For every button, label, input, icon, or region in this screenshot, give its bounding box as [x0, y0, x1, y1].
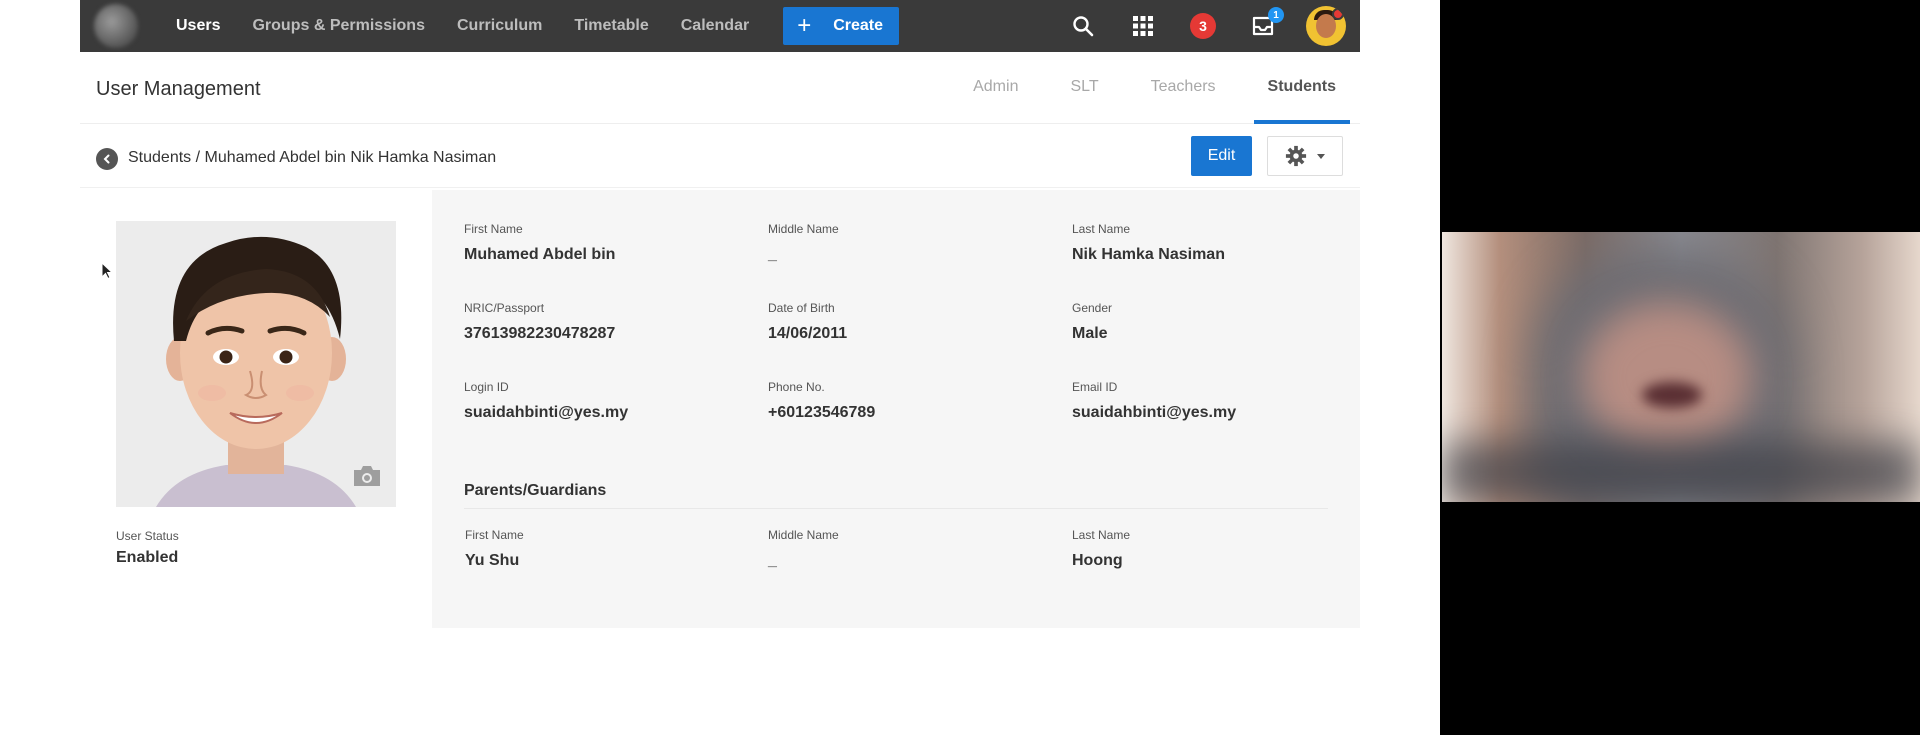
email-field: Email ID suaidahbinti@yes.my	[1072, 380, 1236, 422]
breadcrumb-bar: Students / Muhamed Abdel bin Nik Hamka N…	[80, 124, 1360, 188]
nav-item-groups-permissions[interactable]: Groups & Permissions	[252, 17, 425, 35]
student-details-panel: First Name Muhamed Abdel bin Middle Name…	[432, 190, 1360, 628]
gear-icon	[1285, 145, 1307, 167]
tab-students[interactable]: Students	[1253, 52, 1351, 124]
student-photo	[116, 221, 396, 507]
tab-teachers[interactable]: Teachers	[1143, 52, 1224, 124]
field-label: Last Name	[1072, 528, 1131, 542]
field-label: Last Name	[1072, 222, 1131, 236]
field-label: First Name	[465, 528, 524, 542]
inbox-count: 1	[1268, 7, 1284, 23]
login-id-field: Login ID suaidahbinti@yes.my	[464, 380, 628, 422]
field-value: Muhamed Abdel bin	[464, 246, 616, 263]
nav-item-calendar[interactable]: Calendar	[681, 17, 749, 35]
edit-button[interactable]: Edit	[1191, 136, 1252, 176]
field-label: Middle Name	[768, 528, 839, 542]
avatar-status-dot	[1332, 8, 1344, 20]
notifications-badge[interactable]: 3	[1188, 11, 1218, 41]
field-value: Yu Shu	[465, 552, 520, 569]
first-name-field: First Name Muhamed Abdel bin	[464, 222, 615, 264]
nav-item-timetable[interactable]: Timetable	[574, 17, 648, 35]
field-value: suaidahbinti@yes.my	[464, 404, 629, 421]
chevron-down-icon	[1317, 153, 1325, 159]
field-label: NRIC/Passport	[464, 301, 545, 315]
user-status-label: User Status	[116, 529, 179, 543]
guardians-section-title: Parents/Guardians	[464, 482, 607, 499]
create-button-label: Create	[833, 17, 884, 34]
field-value: Male	[1072, 325, 1108, 342]
plus-icon: +	[797, 12, 812, 39]
field-value: 37613982230478287	[464, 325, 616, 342]
field-value: _	[768, 552, 777, 569]
field-label: Gender	[1072, 301, 1113, 315]
role-tabs: Admin SLT Teachers Students	[929, 52, 1351, 124]
top-navigation-bar: Users Groups & Permissions Curriculum Ti…	[80, 0, 1360, 52]
field-label: Middle Name	[768, 222, 839, 236]
breadcrumb[interactable]: Students / Muhamed Abdel bin Nik Hamka N…	[128, 149, 496, 167]
field-value: 14/06/2011	[768, 325, 848, 342]
page-header: User Management Admin SLT Teachers Stude…	[80, 52, 1360, 124]
webcam-video-feed	[1442, 232, 1920, 502]
back-arrow-icon[interactable]	[96, 148, 118, 170]
phone-field: Phone No. +60123546789	[768, 380, 875, 422]
create-button[interactable]: + Create	[783, 7, 900, 45]
field-label: Date of Birth	[768, 301, 835, 315]
nric-passport-field: NRIC/Passport 37613982230478287	[464, 301, 615, 343]
user-avatar[interactable]	[1306, 6, 1346, 46]
nav-item-curriculum[interactable]: Curriculum	[457, 17, 542, 35]
field-label: Phone No.	[768, 380, 825, 394]
mouse-cursor-icon	[101, 261, 114, 285]
top-right-actions: 3 1	[1038, 0, 1346, 52]
guardian-middle-name-field: Middle Name _	[768, 528, 839, 570]
field-value: _	[768, 246, 777, 263]
camera-icon[interactable]	[352, 464, 382, 493]
guardian-last-name-field: Last Name Hoong	[1072, 528, 1130, 570]
date-of-birth-field: Date of Birth 14/06/2011	[768, 301, 847, 343]
tab-slt[interactable]: SLT	[1062, 52, 1106, 124]
section-divider	[464, 508, 1328, 509]
field-value: Hoong	[1072, 552, 1123, 569]
field-label: Email ID	[1072, 380, 1118, 394]
user-status-value: Enabled	[116, 549, 179, 566]
field-value: Nik Hamka Nasiman	[1072, 246, 1225, 263]
settings-dropdown-button[interactable]	[1267, 136, 1343, 176]
guardian-first-name-field: First Name Yu Shu	[465, 528, 524, 570]
apps-grid-icon[interactable]	[1128, 11, 1158, 41]
school-logo[interactable]	[94, 4, 138, 48]
field-label: Login ID	[464, 380, 509, 394]
gender-field: Gender Male	[1072, 301, 1112, 343]
middle-name-field: Middle Name _	[768, 222, 839, 264]
tab-admin[interactable]: Admin	[965, 52, 1026, 124]
field-value: +60123546789	[768, 404, 876, 421]
page-title: User Management	[96, 78, 261, 100]
main-nav: Users Groups & Permissions Curriculum Ti…	[176, 7, 900, 45]
search-icon[interactable]	[1068, 11, 1098, 41]
field-label: First Name	[464, 222, 523, 236]
notification-count: 3	[1190, 13, 1216, 39]
field-value: suaidahbinti@yes.my	[1072, 404, 1237, 421]
inbox-icon[interactable]: 1	[1248, 7, 1284, 41]
nav-item-users[interactable]: Users	[176, 17, 220, 35]
last-name-field: Last Name Nik Hamka Nasiman	[1072, 222, 1225, 264]
